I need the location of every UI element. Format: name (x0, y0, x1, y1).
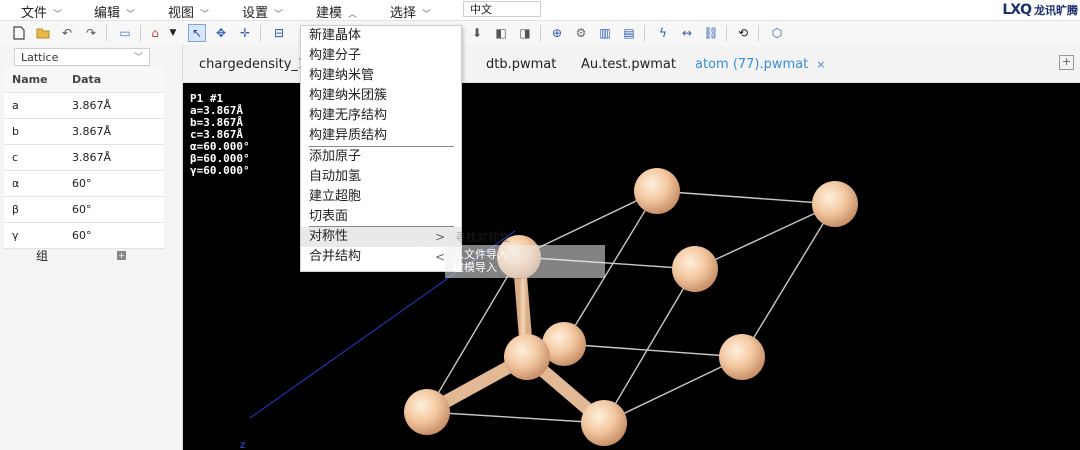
submenu-item-import-model[interactable]: 建模导入 (453, 262, 497, 274)
left-panel: Lattice ﹀ Name Data a 3.867Å b 3.867Å c … (0, 45, 183, 450)
menu-item-cut-surface[interactable]: 切表面 (301, 207, 461, 227)
settings-gear-icon[interactable]: ⚙ (572, 24, 590, 42)
toolbar-divider (106, 25, 107, 41)
table-row[interactable]: α 60° (4, 171, 164, 197)
menu-item-merge-structure[interactable]: 合并结构 < (301, 247, 461, 267)
language-select[interactable]: 中文 (463, 1, 541, 17)
redo-icon[interactable]: ↷ (82, 24, 100, 42)
bond-icon[interactable]: ▥ (596, 24, 614, 42)
menu-item-build-molecule[interactable]: 构建分子 (301, 46, 461, 66)
tab-atom-77[interactable]: atom (77).pwmat × (695, 57, 825, 72)
chevron-down-icon: ﹀ (133, 53, 143, 63)
menu-select[interactable]: 选择 ﹀ (390, 2, 431, 21)
back-icon[interactable]: ◧ (492, 24, 510, 42)
menu-item-add-atom[interactable]: 添加原子 (301, 147, 461, 167)
unit-cell-edges (426, 190, 836, 424)
menu-edit[interactable]: 编辑 ﹀ (94, 2, 135, 21)
atom[interactable] (812, 181, 858, 227)
atom[interactable] (634, 168, 680, 214)
menu-item-supercell[interactable]: 建立超胞 (301, 187, 461, 207)
loop-icon[interactable]: ⟲ (734, 24, 752, 42)
group-label: 组 (36, 249, 49, 263)
bond-link-icon[interactable]: ϟ (654, 24, 672, 42)
add-tab-button[interactable]: + (1059, 55, 1074, 70)
chevron-down-icon: ﹀ (53, 10, 63, 20)
menu-item-build-nanocluster[interactable]: 构建纳米团簇 (301, 86, 461, 106)
table-row[interactable]: c 3.867Å (4, 145, 164, 171)
modeling-dropdown: 新建晶体 构建分子 构建纳米管 构建纳米团簇 构建无序结构 构建异质结构 添加原… (300, 25, 462, 272)
add-group-icon[interactable]: + (117, 251, 126, 260)
submenu-item-import-file[interactable]: 从文件导入 (453, 249, 508, 261)
forward-icon[interactable]: ◨ (516, 24, 534, 42)
menu-modeling[interactable]: 建模 ︿ (316, 2, 357, 21)
toolbar-divider (260, 25, 261, 41)
caret-down-icon[interactable]: ▼ (164, 24, 182, 42)
distance-icon[interactable]: ↔ (678, 24, 696, 42)
atom[interactable] (672, 246, 718, 292)
menu-settings[interactable]: 设置 ﹀ (242, 2, 283, 21)
menu-file[interactable]: 文件 ﹀ (21, 2, 62, 21)
menu-view[interactable]: 视图 ﹀ (168, 2, 209, 21)
atom[interactable] (581, 400, 627, 446)
hand-cursor-icon: ☝ (417, 240, 425, 254)
menubar: 文件 ﹀ 编辑 ﹀ 视图 ﹀ 设置 ﹀ 建模 ︿ 选择 ﹀ 中文 LXQ 龙讯旷腾 (0, 0, 1080, 21)
tab-au-test[interactable]: Au.test.pwmat (581, 57, 676, 72)
lattice-table: Name Data a 3.867Å b 3.867Å c 3.867Å α 6… (4, 67, 164, 249)
home-icon[interactable]: ⌂ (146, 24, 164, 42)
chevron-down-icon: ﹀ (422, 10, 432, 20)
move-icon[interactable]: ✛ (236, 24, 254, 42)
new-file-icon[interactable] (10, 24, 28, 42)
toolbar: ↶ ↷ ▭ ⌂ ▼ ↖ ✥ ✛ ⊟ ⬇ ◧ ◨ ⊕ ⚙ ▥ ▤ ϟ ↔ ⛓ ⟲ … (0, 21, 1080, 46)
logo-text: 龙讯旷腾 (1034, 4, 1078, 17)
toolbar-divider (726, 25, 727, 41)
menu-item-new-crystal[interactable]: 新建晶体 (301, 26, 461, 46)
menu-item-build-disordered[interactable]: 构建无序结构 (301, 106, 461, 126)
table-row[interactable]: b 3.867Å (4, 119, 164, 145)
atom[interactable] (719, 334, 765, 380)
clipboard-icon[interactable]: ▤ (620, 24, 638, 42)
add-atom-icon[interactable]: ⊕ (548, 24, 566, 42)
select-arrow-icon[interactable]: ↖ (188, 24, 206, 42)
chevron-right-icon: > (434, 230, 445, 244)
toolbar-divider (644, 25, 645, 41)
chevron-down-icon: ﹀ (274, 10, 284, 20)
atom[interactable] (504, 334, 550, 380)
open-folder-icon[interactable] (34, 24, 52, 42)
brand-logo: LXQ 龙讯旷腾 (1002, 1, 1078, 19)
toolbar-divider (758, 25, 759, 41)
chevron-down-icon: ﹀ (200, 10, 210, 20)
toolbar-divider (140, 25, 141, 41)
rotate-icon[interactable]: ✥ (212, 24, 230, 42)
menu-item-build-nanotube[interactable]: 构建纳米管 (301, 66, 461, 86)
cube-icon[interactable]: ⬡ (768, 24, 786, 42)
close-icon[interactable]: × (816, 58, 825, 71)
chevron-down-icon: ﹀ (126, 10, 136, 20)
axis-label-z: z (240, 440, 246, 450)
table-row[interactable]: a 3.867Å (4, 93, 164, 119)
toolbar-divider (540, 25, 541, 41)
tab-dtb[interactable]: dtb.pwmat (486, 57, 556, 72)
table-row[interactable]: β 60° (4, 197, 164, 223)
measure-icon[interactable]: ⊟ (270, 24, 288, 42)
lattice-info-overlay: P1 #1 a=3.867Å b=3.867Å c=3.867Å α=60.000° β=… (190, 92, 250, 177)
menu-item-build-heterostructure[interactable]: 构建异质结构 (301, 126, 461, 146)
link-icon[interactable]: ⛓ (702, 24, 720, 42)
lattice-select[interactable]: Lattice ﹀ (14, 48, 150, 66)
group-row: 组 + (4, 245, 164, 267)
menu-item-auto-hydrogen[interactable]: 自动加氢 (301, 167, 461, 187)
monitor-icon[interactable]: ▭ (116, 24, 134, 42)
table-header: Name Data (4, 67, 164, 93)
submenu-ghost-text: 寻找对称性 (455, 231, 510, 244)
logo-mark: LXQ (1002, 2, 1032, 18)
atoms (404, 168, 858, 446)
menu-item-symmetry[interactable]: 对称性 > (301, 227, 461, 247)
atom[interactable] (404, 389, 450, 435)
merge-submenu: 从文件导入 建模导入 (445, 245, 605, 278)
import-icon[interactable]: ⬇ (468, 24, 486, 42)
chevron-left-icon: < (434, 250, 445, 264)
undo-icon[interactable]: ↶ (58, 24, 76, 42)
chevron-up-icon: ︿ (348, 10, 358, 20)
